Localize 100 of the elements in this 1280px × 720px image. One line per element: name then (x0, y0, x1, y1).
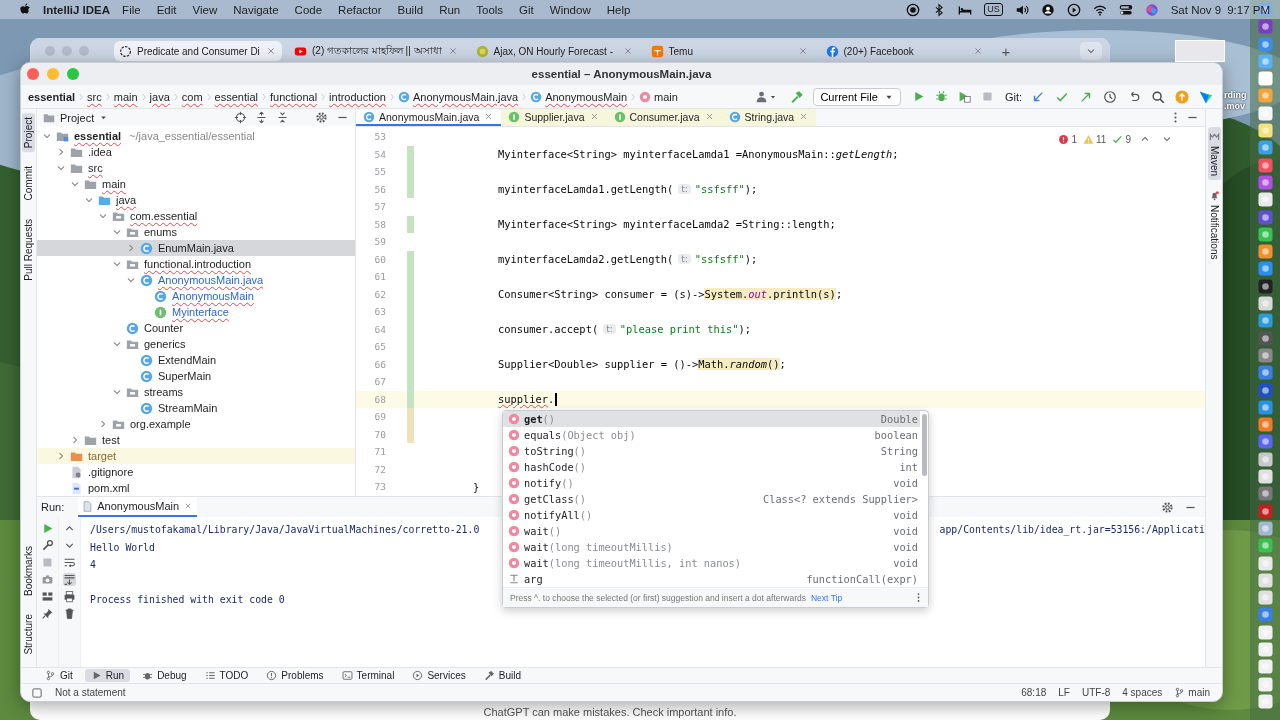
tree-item[interactable]: src (37, 160, 355, 176)
siri-icon[interactable] (1144, 2, 1159, 17)
completion-item[interactable]: notifyAll() void (503, 507, 920, 523)
update-icon[interactable] (1175, 89, 1189, 104)
tool-window-button[interactable]: TODO (198, 669, 255, 682)
menu-item[interactable]: Build (397, 3, 424, 16)
breadcrumb[interactable]: essential (27, 86, 77, 107)
project-view-dropdown[interactable]: Project (41, 111, 109, 124)
app-icon[interactable] (1257, 555, 1273, 571)
new-tab-button[interactable]: + (995, 42, 1017, 60)
tree-item[interactable]: essential ~/java_essential/essential (37, 128, 355, 144)
bug-icon[interactable] (934, 90, 948, 103)
side-tab[interactable]: Project (22, 113, 35, 153)
tool-window-button[interactable]: Services (406, 669, 472, 682)
inspection-counter[interactable]: 11 (1083, 133, 1107, 145)
side-tab[interactable]: Maven (1207, 127, 1221, 180)
editor-tab[interactable]: AnonymousMain.java (356, 109, 502, 126)
tree-item[interactable]: Myinterface (37, 304, 355, 320)
settings-icon[interactable] (1161, 500, 1174, 514)
control-center-icon[interactable] (1118, 2, 1133, 17)
play-icon[interactable] (1066, 2, 1081, 17)
menu-item[interactable]: Edit (156, 3, 177, 16)
file-thumbnail[interactable] (1175, 40, 1225, 62)
editor-tab[interactable]: String.java (721, 109, 817, 126)
input-source[interactable]: US (984, 3, 1003, 16)
inspection-counter[interactable]: 9 (1112, 133, 1131, 145)
completion-item[interactable]: wait(long timeoutMillis) void (503, 539, 920, 555)
tree-item[interactable]: org.example (37, 416, 355, 432)
tree-item[interactable]: EnumMain.java (37, 240, 355, 256)
tree-item[interactable]: com.essential (37, 208, 355, 224)
tree-item[interactable]: functional.introduction (37, 256, 355, 272)
indent-setting[interactable]: 4 spaces (1122, 687, 1163, 698)
browser-tab[interactable]: Predicate and Consumer Di (114, 41, 282, 61)
side-tab[interactable]: Commit (22, 162, 35, 205)
tool-window-button[interactable]: Run (84, 669, 131, 682)
menu-item[interactable]: View (192, 3, 218, 16)
scrollbar-thumb[interactable] (922, 414, 927, 476)
tree-item[interactable]: target (37, 448, 355, 464)
file-encoding[interactable]: UTF-8 (1081, 687, 1111, 698)
coverage-icon[interactable] (957, 90, 971, 103)
completion-item[interactable]: get() Double (503, 411, 920, 427)
record-icon[interactable] (906, 2, 921, 17)
breadcrumb[interactable]: AnonymousMain (529, 86, 629, 107)
tree-item[interactable]: generics (37, 336, 355, 352)
inspection-counter[interactable]: 1 (1058, 133, 1078, 145)
tool-window-button[interactable]: Terminal (335, 669, 401, 682)
close-button[interactable] (27, 68, 39, 80)
menu-item[interactable]: Navigate (233, 3, 279, 16)
menu-date[interactable]: Sat Nov 9 (1170, 3, 1222, 16)
print-icon[interactable] (63, 590, 76, 603)
pin-icon[interactable] (41, 607, 54, 620)
completion-item[interactable]: equals(Object obj) boolean (503, 427, 920, 443)
trash-icon[interactable] (63, 607, 76, 620)
editor-tab[interactable]: Supplier.java (501, 109, 607, 126)
breadcrumb[interactable]: src (86, 86, 103, 107)
collapse-icon[interactable] (276, 111, 289, 124)
tree-item[interactable]: pom.xml (37, 480, 355, 496)
completion-item[interactable]: getClass() Class<? extends Supplier> (503, 491, 920, 507)
layout-icon[interactable] (41, 590, 54, 603)
completion-item[interactable]: toString() String (503, 443, 920, 459)
completion-item[interactable]: notify() void (503, 475, 920, 491)
user-icon[interactable] (1040, 2, 1055, 17)
tree-item[interactable]: java (37, 192, 355, 208)
cursor-position[interactable]: 68:18 (1021, 687, 1047, 698)
tree-item[interactable]: StreamMain (37, 400, 355, 416)
menu-item[interactable]: Tools (476, 3, 504, 16)
completion-item[interactable]: hashCode() int (503, 459, 920, 475)
tree-item[interactable]: ExtendMain (37, 352, 355, 368)
panel-toggle-icon[interactable] (31, 686, 43, 699)
account-button[interactable] (755, 90, 778, 103)
tool-window-button[interactable]: Debug (136, 669, 193, 682)
tool-window-button[interactable]: Problems (260, 669, 330, 682)
wrap-icon[interactable] (63, 556, 76, 569)
breadcrumb[interactable]: com (180, 86, 204, 107)
breadcrumb[interactable]: functional (269, 86, 319, 107)
breadcrumb[interactable]: AnonymousMain.java (396, 86, 520, 107)
scroll-to-end-icon[interactable] (63, 573, 76, 586)
wrench-icon[interactable] (41, 539, 54, 552)
menu-item[interactable]: Code (294, 3, 323, 16)
completion-item[interactable]: wait() void (503, 523, 920, 539)
next-tip-link[interactable]: Next Tip (810, 592, 843, 603)
history-icon[interactable] (1103, 89, 1117, 104)
completion-item[interactable]: wait(long timeoutMillis, int nanos) void (503, 555, 920, 571)
breadcrumb[interactable]: essential (213, 86, 259, 107)
side-tab[interactable]: Notifications (1207, 186, 1221, 264)
tree-item[interactable]: streams (37, 384, 355, 400)
tree-item[interactable]: SuperMain (37, 368, 355, 384)
side-tab[interactable]: Bookmarks (22, 542, 35, 601)
tool-window-button[interactable]: Build (477, 669, 527, 682)
run-configuration-dropdown[interactable]: Current File (813, 87, 901, 106)
breadcrumb[interactable]: java (148, 86, 171, 107)
editor-tab[interactable]: Consumer.java (606, 109, 722, 126)
settings-icon[interactable] (315, 111, 328, 124)
completion-item[interactable]: arg functionCall(expr) (503, 571, 920, 587)
tree-item[interactable]: enums (37, 224, 355, 240)
breadcrumb[interactable]: introduction (328, 86, 387, 107)
locate-icon[interactable] (234, 111, 247, 124)
tree-item[interactable]: Counter (37, 320, 355, 336)
menu-item[interactable]: Window (549, 3, 591, 16)
tab-list-button[interactable] (1080, 42, 1102, 60)
